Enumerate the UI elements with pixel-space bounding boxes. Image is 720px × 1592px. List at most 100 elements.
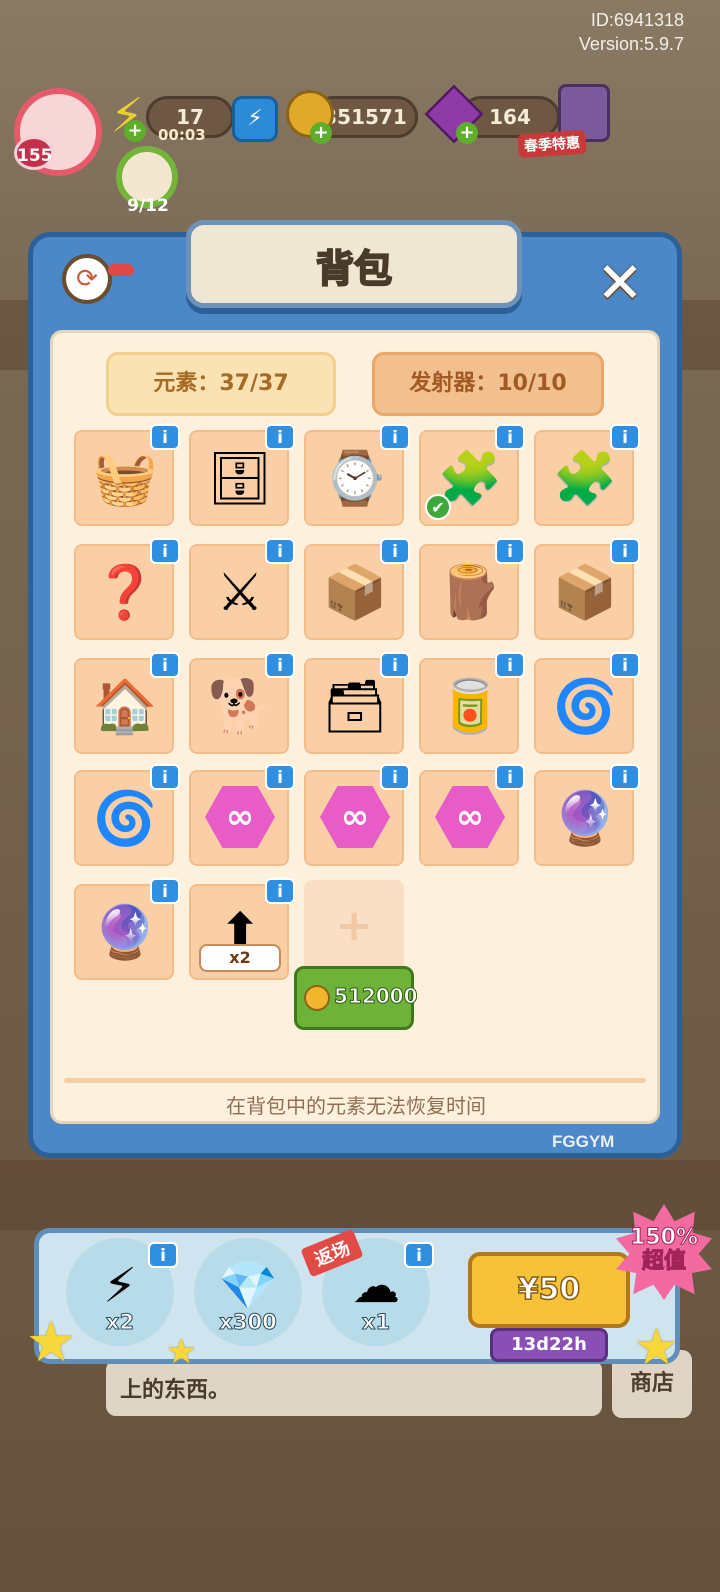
gem-pile-icon: 💎 (218, 1258, 278, 1314)
offer-energy-qty: x2 (105, 1310, 135, 1335)
infinity-hex-icon: ∞ (435, 786, 505, 848)
info-icon[interactable]: i (380, 652, 410, 678)
info-icon[interactable]: i (150, 878, 180, 904)
info-icon[interactable]: i (610, 764, 640, 790)
info-icon[interactable]: i (495, 538, 525, 564)
leaf-bags-icon: 📦 (322, 563, 388, 623)
item-upgrade-ticket[interactable]: ⬆ i x2 (189, 878, 295, 980)
item-infinity-hex-1[interactable]: ∞ i (189, 764, 295, 866)
divider (64, 1078, 646, 1083)
border-collie-icon: 🐕 (207, 677, 273, 737)
brand-watermark: FGGYM (552, 1132, 615, 1151)
item-puzzle-pile[interactable]: 🧩 i (534, 424, 640, 526)
player-level-badge: 155 (14, 136, 54, 170)
info-icon[interactable]: i (150, 652, 180, 678)
info-icon[interactable]: i (150, 424, 180, 450)
wooden-doghouse-icon: 🏠 (92, 677, 158, 737)
tab-emitters[interactable]: 发射器：10/10 (372, 352, 604, 416)
add-gems-button[interactable]: + (456, 122, 478, 144)
item-wooden-boards[interactable]: 🪵 i (419, 538, 525, 640)
item-canister[interactable]: 🥫 i (419, 652, 525, 754)
item-gumball-machine-red[interactable]: 🔮 i (74, 878, 180, 980)
boost-icon[interactable]: ⚡ (232, 96, 278, 142)
check-icon: ✔ (425, 494, 451, 520)
dialog-text: 上的东西。 (120, 1378, 231, 1403)
item-wooden-cabinet[interactable]: 🗄 i (189, 424, 295, 526)
canister-icon: 🥫 (437, 677, 503, 737)
info-icon[interactable]: i (495, 764, 525, 790)
gumball-machine-red-icon: 🔮 (92, 903, 158, 963)
info-icon[interactable]: i (150, 764, 180, 790)
add-energy-button[interactable]: + (124, 120, 146, 142)
info-icon[interactable]: i (380, 538, 410, 564)
offer-gems: 💎 x300 (194, 1238, 302, 1346)
info-icon[interactable]: i (495, 424, 525, 450)
burst-label: 超值 (641, 1249, 686, 1274)
wooden-cabinet-icon: 🗄 (206, 449, 273, 509)
item-gumball-machine[interactable]: 🔮 i (534, 764, 640, 866)
item-border-collie[interactable]: 🐕 i (189, 652, 295, 754)
info-icon[interactable]: i (148, 1242, 178, 1268)
offer-timer: 13d22h (490, 1328, 608, 1362)
offer-gems-qty: x300 (219, 1310, 277, 1335)
item-infinity-hex-3[interactable]: ∞ i (419, 764, 525, 866)
buy-offer-button[interactable]: ¥50 (468, 1252, 630, 1328)
item-puzzle-pieces[interactable]: 🧩 i ✔ (419, 424, 525, 526)
info-icon[interactable]: i (380, 764, 410, 790)
info-icon[interactable]: i (265, 878, 295, 904)
plus-icon: + (335, 900, 373, 951)
task-progress-label: 9/12 (127, 196, 169, 216)
star-icon: ★ (26, 1310, 77, 1375)
item-paper-cabinet[interactable]: 🗃 i (304, 652, 410, 754)
backpack-footnote: 在背包中的元素无法恢复时间 (226, 1094, 486, 1118)
info-icon[interactable]: i (150, 538, 180, 564)
item-cardboard-doghouse[interactable]: 📦 i (534, 538, 640, 640)
mystery-puzzle-icon: ❓ (92, 563, 158, 623)
burst-percent: 150% (630, 1225, 699, 1250)
paper-cabinet-icon: 🗃 (321, 677, 388, 737)
info-icon[interactable]: i (610, 538, 640, 564)
close-icon[interactable]: ✕ (592, 256, 648, 312)
cloud-creature-icon: ☁ (352, 1258, 400, 1314)
infinity-hex-icon: ∞ (320, 786, 390, 848)
spring-sale-badge[interactable]: 春季特惠 (517, 129, 587, 159)
cardboard-doghouse-icon: 📦 (552, 563, 618, 623)
wooden-boards-icon: 🪵 (437, 563, 503, 623)
value-burst-text: 150% 超值 (616, 1225, 712, 1274)
info-icon[interactable]: i (265, 764, 295, 790)
item-fox-bracelet[interactable]: ⌚ i (304, 424, 410, 526)
item-warrior-figure[interactable]: ⚔ i (189, 538, 295, 640)
item-shopping-basket[interactable]: 🧺 i (74, 424, 180, 526)
item-wooden-doghouse[interactable]: 🏠 i (74, 652, 180, 754)
info-icon[interactable]: i (610, 652, 640, 678)
item-purple-portal[interactable]: 🌀 i (534, 652, 640, 754)
info-icon[interactable]: i (495, 652, 525, 678)
player-id: ID:6941318 (590, 10, 684, 30)
star-icon: ★ (634, 1318, 679, 1376)
tab-elements[interactable]: 元素：37/37 (106, 352, 336, 416)
info-icon[interactable]: i (265, 538, 295, 564)
item-purple-portal-2[interactable]: 🌀 i (74, 764, 180, 866)
warrior-figure-icon: ⚔ (216, 563, 264, 623)
expand-price: 512000 (334, 984, 418, 1009)
info-icon[interactable]: i (404, 1242, 434, 1268)
info-icon[interactable]: i (265, 652, 295, 678)
energy-orb-icon: ⚡ (103, 1258, 137, 1314)
gumball-machine-icon: 🔮 (552, 789, 618, 849)
purple-portal-icon: 🌀 (552, 677, 618, 737)
purple-portal-2-icon: 🌀 (92, 789, 158, 849)
star-icon: ★ (166, 1332, 197, 1372)
version-label: Version:5.9.7 (578, 34, 684, 54)
item-mystery-puzzle[interactable]: ❓ i (74, 538, 180, 640)
shopping-basket-icon: 🧺 (92, 449, 158, 509)
info-icon[interactable]: i (380, 424, 410, 450)
item-infinity-hex-2[interactable]: ∞ i (304, 764, 410, 866)
background-shelf (0, 1160, 720, 1230)
add-coins-button[interactable]: + (310, 122, 332, 144)
energy-timer: 00:03 (158, 126, 206, 144)
info-icon[interactable]: i (265, 424, 295, 450)
coin-icon (304, 985, 330, 1011)
info-icon[interactable]: i (610, 424, 640, 450)
item-leaf-bags[interactable]: 📦 i (304, 538, 410, 640)
swap-icon[interactable]: ⟳ (62, 254, 112, 304)
